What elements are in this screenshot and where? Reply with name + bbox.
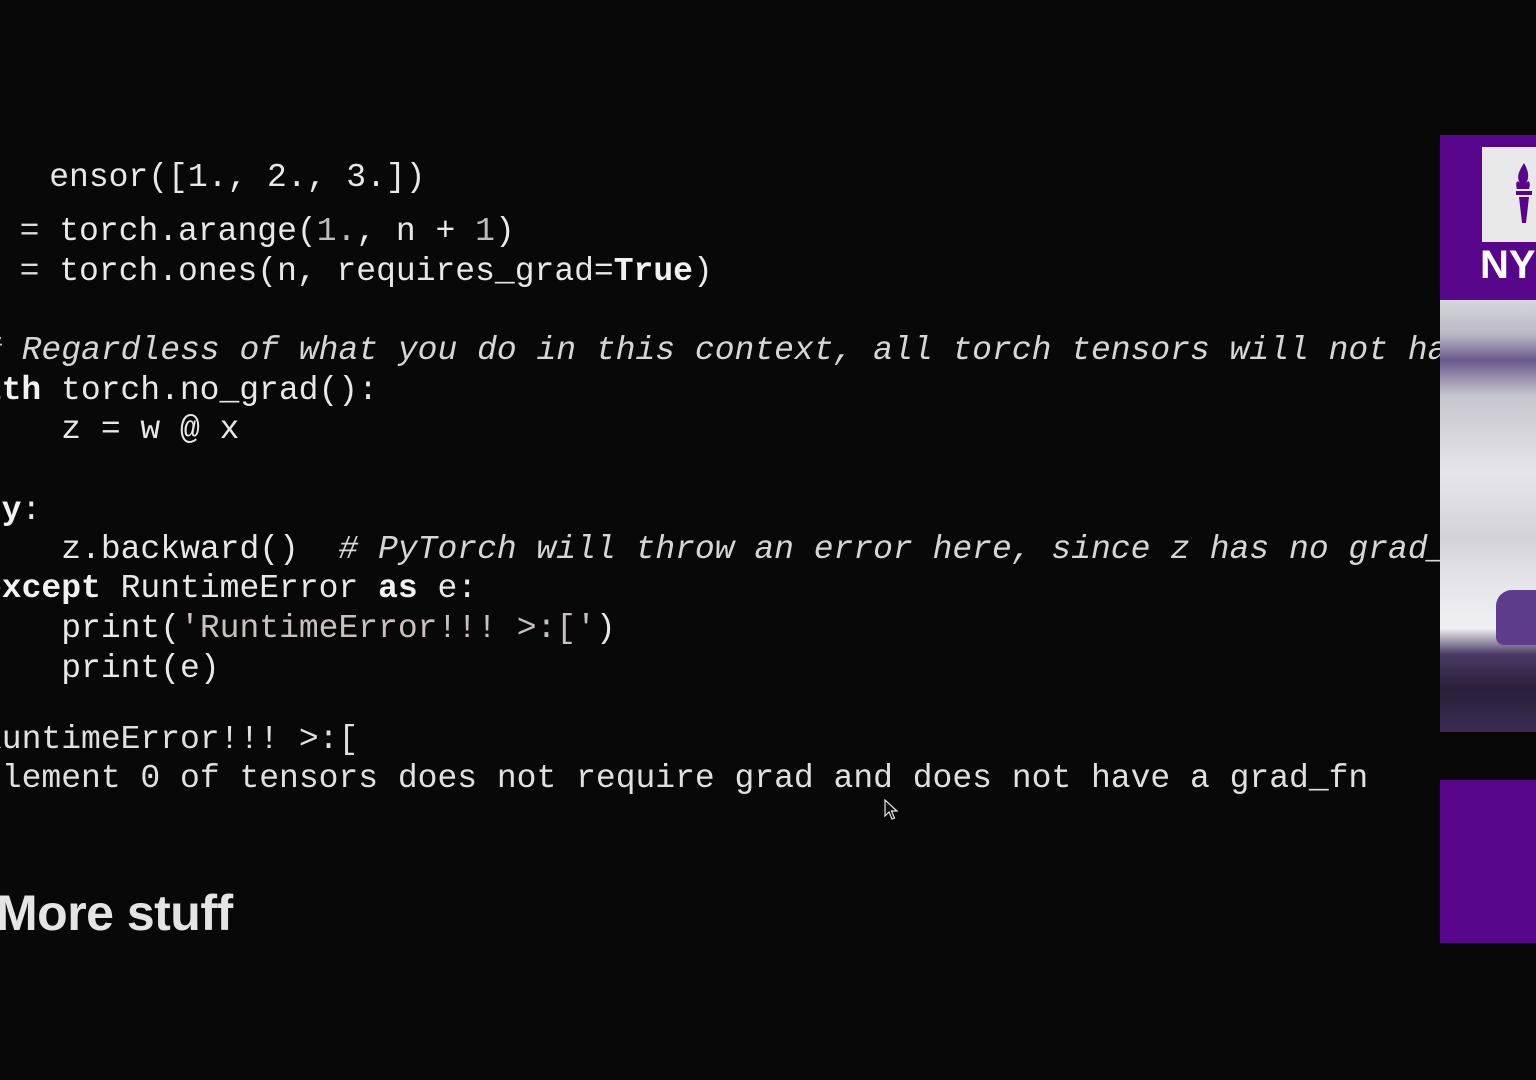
code-line-with: with torch.no_grad(): — [0, 371, 378, 411]
code-line-print-1: print('RuntimeError!!! >:[') — [0, 609, 616, 649]
output-line-1: RuntimeError!!! >:[ — [0, 721, 359, 758]
keyword-except: except — [0, 570, 101, 607]
output-line-2: element 0 of tensors does not require gr… — [0, 760, 1369, 797]
code-text: print( — [0, 610, 181, 647]
code-line-except: except RuntimeError as e: — [0, 569, 477, 609]
code-line-print-2: print(e) — [0, 650, 220, 687]
webcam-video — [1440, 300, 1536, 732]
keyword-with: with — [0, 372, 42, 409]
code-line-try: try: — [0, 491, 41, 531]
code-text: e: — [417, 570, 478, 607]
code-text: RuntimeError — [100, 570, 379, 607]
keyword-as: as — [378, 570, 418, 607]
number-literal: 1. — [316, 213, 357, 250]
number-literal: 1 — [475, 213, 495, 250]
operator-assign: = — [0, 253, 60, 290]
webcam-overlay: NYU — [1440, 135, 1536, 943]
code-comment-regardless: # Regardless of what you do in this cont… — [0, 332, 1440, 369]
code-comment: # PyTorch will throw an error here, sinc… — [338, 531, 1440, 568]
function-call: torch.ones(n, requires_grad= — [59, 253, 614, 290]
webcam-person — [1496, 590, 1536, 645]
nyu-logo-text: NYU — [1480, 243, 1536, 287]
code-line-x-assign: x = torch.arange(1., n + 1) — [0, 212, 515, 252]
code-line-z-assign: z = w @ x — [0, 411, 240, 448]
code-line-backward: z.backward() # PyTorch will throw an err… — [0, 530, 1440, 570]
function-call: torch.arange( — [59, 213, 317, 250]
mouse-cursor-icon — [884, 799, 898, 820]
webcam-lower-panel — [1440, 780, 1536, 943]
code-text: , n + — [356, 213, 476, 250]
code-text: z.backward() — [0, 531, 339, 568]
keyword-try: try — [0, 492, 22, 529]
string-literal: 'RuntimeError!!! >:[' — [180, 610, 596, 647]
torch-icon — [1516, 163, 1532, 223]
section-heading: More stuff — [0, 885, 233, 941]
code-text: ) — [692, 253, 713, 290]
code-text: torch.no_grad(): — [41, 372, 378, 409]
webcam-divider — [1440, 732, 1536, 780]
operator-assign: = — [0, 213, 60, 250]
code-text: : — [21, 492, 42, 529]
keyword-true: True — [613, 253, 693, 290]
code-text: ensor([1., 2., 3.]) — [49, 159, 426, 196]
code-line-w-assign: w = torch.ones(n, requires_grad=True) — [0, 252, 713, 292]
code-text: ) — [494, 213, 515, 250]
code-text: ) — [595, 610, 616, 647]
